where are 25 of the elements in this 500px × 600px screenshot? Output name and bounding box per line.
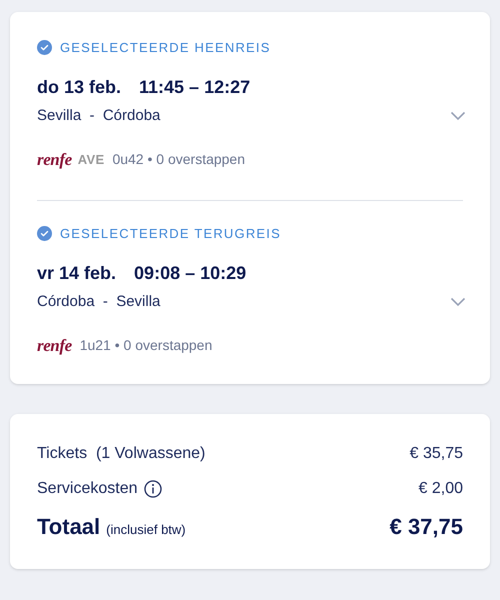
price-amount: € 2,00 bbox=[418, 478, 463, 498]
journey-route: Sevilla - Córdoba bbox=[37, 106, 160, 126]
info-icon[interactable] bbox=[144, 480, 162, 498]
renfe-logo: renfe bbox=[37, 151, 72, 168]
journey-times: 09:08 – 10:29 bbox=[134, 262, 246, 284]
renfe-logo: renfe bbox=[37, 337, 72, 354]
journey-route: Córdoba - Sevilla bbox=[37, 292, 160, 312]
journey-date: do 13 feb. bbox=[37, 76, 122, 98]
journey-date: vr 14 feb. bbox=[37, 262, 116, 284]
price-amount: € 35,75 bbox=[410, 444, 463, 464]
total-label: Totaal bbox=[37, 513, 100, 541]
journey-times: 11:45 – 12:27 bbox=[139, 76, 250, 98]
chevron-down-icon[interactable] bbox=[450, 296, 466, 307]
chevron-down-icon[interactable] bbox=[450, 110, 466, 121]
section-label: GESELECTEERDE TERUGREIS bbox=[60, 225, 281, 243]
check-circle-icon bbox=[37, 40, 52, 56]
price-label: Servicekosten bbox=[37, 478, 138, 498]
total-amount: € 37,75 bbox=[390, 513, 463, 541]
check-circle-icon bbox=[37, 226, 52, 242]
journey-info: 1u21 • 0 overstappen bbox=[80, 336, 212, 355]
journey-info: 0u42 • 0 overstappen bbox=[112, 150, 246, 169]
section-label: GESELECTEERDE HEENREIS bbox=[60, 39, 271, 57]
price-label: Tickets (1 Volwassene) bbox=[37, 444, 206, 464]
total-note: (inclusief btw) bbox=[106, 521, 186, 539]
ave-logo: AVE bbox=[78, 153, 104, 166]
